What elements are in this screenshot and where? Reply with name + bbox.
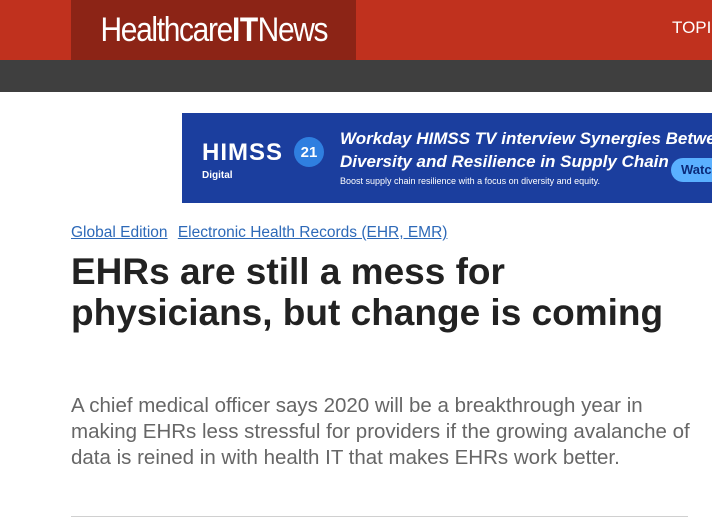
article-title: EHRs are still a mess for physicians, bu…	[71, 251, 664, 333]
ad-headline: Workday HIMSS TV interview Synergies Bet…	[340, 127, 712, 173]
ad-brand-badge: 21	[294, 137, 324, 167]
ad-headline-line1: Workday HIMSS TV interview Synergies Bet…	[340, 129, 712, 148]
article-summary: A chief medical officer says 2020 will b…	[71, 394, 690, 469]
site-logo[interactable]: HealthcareITNews	[71, 0, 356, 60]
category-link-global-edition[interactable]: Global Edition	[71, 224, 168, 241]
ad-brand: HIMSS	[202, 139, 284, 166]
ad-brand-sub: Digital	[202, 170, 233, 181]
secondary-nav-bar	[0, 60, 712, 92]
category-link-ehr[interactable]: Electronic Health Records (EHR, EMR)	[178, 224, 448, 241]
logo-healthcare-text: Healthcare	[100, 10, 233, 49]
site-header: HealthcareITNews TOPI	[0, 0, 712, 60]
ad-watch-button[interactable]: Watch	[671, 158, 712, 182]
breadcrumb: Global Edition Electronic Health Records…	[71, 224, 453, 242]
ad-banner[interactable]: HIMSS 21 Digital Workday HIMSS TV interv…	[182, 113, 712, 203]
nav-item-topics[interactable]: TOPI	[672, 18, 711, 38]
logo-it-text: IT	[231, 10, 258, 49]
ad-headline-line2: Diversity and Resilience in Supply Chain	[340, 152, 669, 171]
divider	[71, 516, 688, 517]
logo-news-text: News	[257, 10, 328, 49]
ad-subline: Boost supply chain resilience with a foc…	[340, 176, 600, 186]
